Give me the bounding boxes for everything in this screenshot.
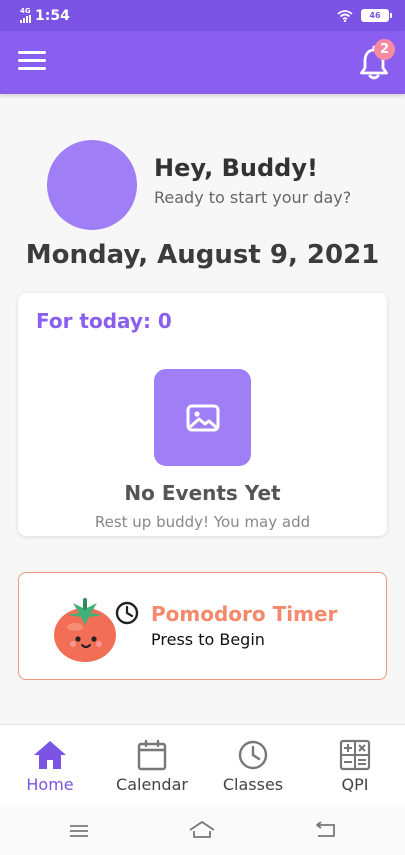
calendar-icon [137, 739, 167, 771]
nav-qpi[interactable]: QPI [310, 739, 400, 794]
notification-badge: 2 [374, 39, 395, 60]
greeting: Hey, Buddy! Ready to start your day? [154, 154, 351, 207]
image-placeholder [154, 369, 251, 466]
current-date: Monday, August 9, 2021 [25, 240, 380, 270]
home-icon [34, 741, 66, 769]
nav-qpi-label: QPI [341, 775, 369, 794]
hamburger-line [18, 67, 46, 70]
pomodoro-subtitle: Press to Begin [151, 630, 265, 649]
tomato-timer-icon [54, 598, 139, 662]
avatar [47, 140, 137, 230]
system-home-button[interactable] [188, 819, 216, 843]
greeting-title: Hey, Buddy! [154, 154, 318, 182]
calculator-icon [339, 739, 371, 771]
nav-calendar[interactable]: Calendar [107, 739, 197, 794]
system-menu-button[interactable] [67, 819, 95, 843]
empty-state-title: No Events Yet [124, 481, 281, 505]
events-card: For today: 0 No Events Yet Rest up buddy… [18, 293, 387, 536]
menu-button[interactable] [18, 51, 46, 73]
battery-icon: 46 [361, 9, 392, 22]
hamburger-line [18, 59, 46, 62]
pomodoro-title: Pomodoro Timer [151, 602, 338, 626]
notifications-button[interactable]: 2 [357, 39, 395, 81]
network-indicator: 4G [20, 8, 31, 23]
clock-icon [238, 740, 268, 770]
back-icon [316, 821, 335, 837]
events-count-title: For today: 0 [36, 309, 172, 333]
system-navigation-bar [0, 807, 405, 855]
nav-classes-label: Classes [222, 775, 284, 794]
nav-classes[interactable]: Classes [208, 739, 298, 794]
pomodoro-timer-button[interactable]: Pomodoro Timer Press to Begin [18, 572, 387, 680]
bottom-navigation: Home Calendar Classes QPI [0, 724, 405, 807]
network-type: 4G [20, 7, 31, 15]
menu-icon [70, 825, 88, 837]
home-outline-icon [189, 821, 215, 838]
signal-icon [20, 15, 31, 23]
image-icon [186, 404, 219, 431]
nav-home-label: Home [26, 775, 74, 794]
status-bar: 4G 1:54 46 [0, 0, 405, 31]
app-bar: 2 [0, 31, 405, 94]
hamburger-line [18, 51, 46, 54]
nav-home[interactable]: Home [5, 739, 95, 794]
system-back-button[interactable] [312, 819, 340, 843]
empty-state-subtitle: Rest up buddy! You may add [94, 513, 311, 531]
wifi-icon [337, 9, 353, 22]
status-time: 1:54 [35, 7, 70, 24]
greeting-subtitle: Ready to start your day? [154, 188, 352, 207]
nav-calendar-label: Calendar [116, 775, 188, 794]
